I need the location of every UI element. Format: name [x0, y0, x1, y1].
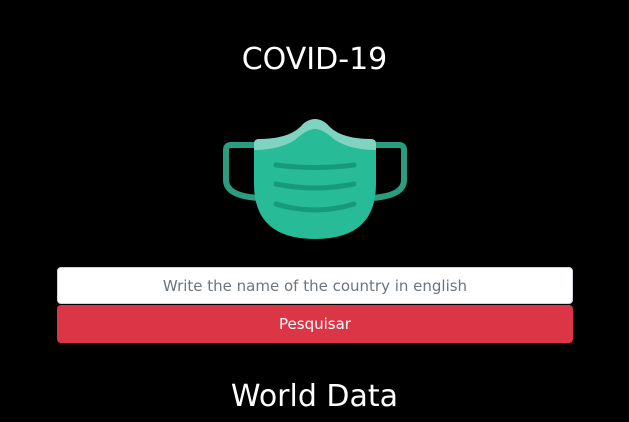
- pleat-1: [273, 162, 357, 170]
- page-title: COVID-19: [241, 42, 388, 77]
- page: COVID-19 Pesquisar World Data: [0, 0, 629, 422]
- search-button[interactable]: Pesquisar: [57, 305, 573, 343]
- country-search-input[interactable]: [57, 267, 573, 304]
- face-mask-icon: [223, 119, 407, 239]
- mask-body: [254, 119, 376, 239]
- section-title: World Data: [230, 379, 399, 414]
